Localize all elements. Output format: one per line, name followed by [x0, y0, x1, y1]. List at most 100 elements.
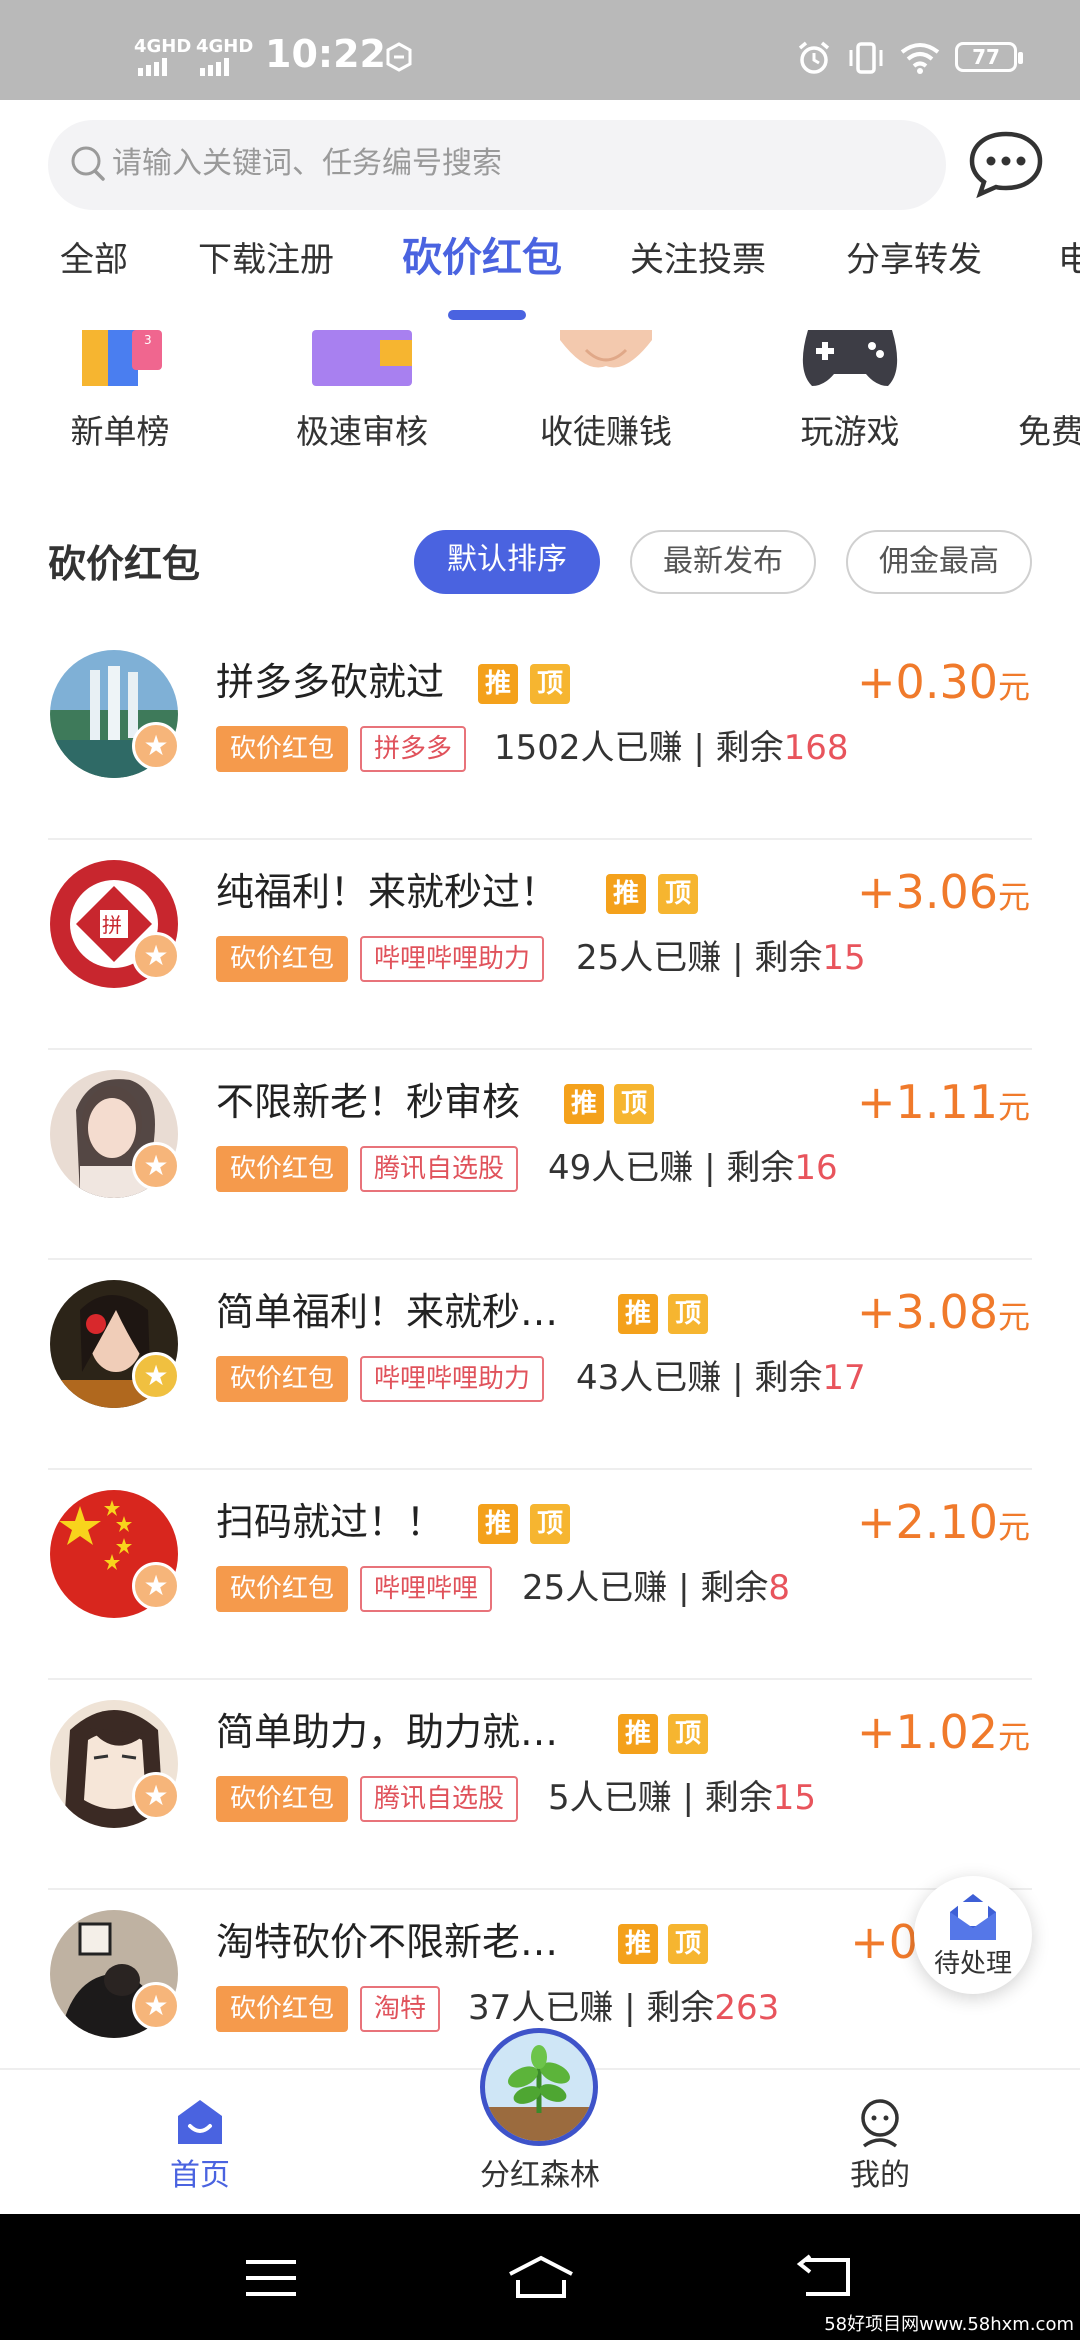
app-notification-icon — [386, 42, 412, 72]
search-bar[interactable]: 请输入关键词、任务编号搜索 — [48, 120, 946, 210]
task-stats: 1502人已赚 | 剩余168 — [494, 722, 849, 774]
task-platform-tag: 拼多多 — [360, 726, 467, 772]
back-icon[interactable] — [796, 2254, 852, 2300]
earned-count: 25人已赚 | 剩余 — [576, 938, 823, 978]
category-play-games[interactable]: 玩游戏 — [750, 330, 950, 470]
tab-bargain-redpacket[interactable]: 砍价红包 — [402, 232, 562, 284]
task-list-item[interactable]: ★ 拼多多砍就过 推 顶 +0.30元 砍价红包 拼多多 1502人已赚 | 剩… — [0, 630, 1080, 840]
task-list-item[interactable]: ★ 简单助力，助力就… 推 顶 +1.02元 砍价红包 腾讯自选股 5人已赚 |… — [0, 1680, 1080, 1890]
task-title: 淘特砍价不限新老… — [216, 1920, 559, 1964]
task-title: 简单助力，助力就… — [216, 1710, 559, 1754]
task-reward: +1.02元 — [857, 1704, 1030, 1765]
recommend-badge: 推 — [478, 1504, 518, 1544]
remaining-count: 8 — [768, 1568, 790, 1608]
task-type-tag: 砍价红包 — [216, 936, 349, 982]
tab-download-register[interactable]: 下载注册 — [198, 236, 334, 284]
task-platform-tag: 哔哩哔哩助力 — [360, 936, 545, 982]
pinned-badge: 顶 — [658, 874, 698, 914]
signal-bars-icon — [138, 58, 167, 76]
pending-float-button[interactable]: 待处理 — [914, 1876, 1032, 1994]
task-list-item[interactable]: 拼 ★ 纯福利！来就秒过！ 推 顶 +3.06元 砍价红包 哔哩哔哩助力 25人… — [0, 840, 1080, 1050]
task-list-item[interactable]: ★ 不限新老！秒审核 推 顶 +1.11元 砍价红包 腾讯自选股 49人已赚 |… — [0, 1050, 1080, 1260]
recommend-badge: 推 — [618, 1714, 658, 1754]
network-type-label: 4GHD — [134, 36, 192, 57]
active-tab-indicator — [448, 310, 526, 320]
category-label: 新单榜 — [70, 412, 170, 451]
task-list-item[interactable]: ★ 简单福利！来就秒… 推 顶 +3.08元 砍价红包 哔哩哔哩助力 43人已赚… — [0, 1260, 1080, 1470]
sort-default-button[interactable]: 默认排序 — [414, 530, 600, 594]
category-free[interactable]: 免费 — [990, 330, 1080, 470]
task-type-tag: 砍价红包 — [216, 1146, 349, 1192]
task-stats: 25人已赚 | 剩余15 — [576, 932, 866, 984]
recommend-badge: 推 — [564, 1084, 604, 1124]
wifi-icon — [900, 43, 940, 74]
tab-all[interactable]: 全部 — [60, 236, 128, 284]
task-type-tag: 砍价红包 — [216, 1356, 349, 1402]
reward-amount: +1.02 — [857, 1705, 998, 1759]
menu-icon[interactable] — [244, 2258, 298, 2298]
task-title: 纯福利！来就秒过！ — [216, 870, 559, 914]
section-title: 砍价红包 — [48, 542, 201, 586]
reward-amount: +3.08 — [857, 1285, 998, 1339]
signal-indicator-1: 4GHD — [134, 38, 191, 56]
category-recruit-earn[interactable]: 收徒赚钱 — [506, 330, 706, 470]
pinned-badge: 顶 — [668, 1924, 708, 1964]
network-type-label: 4GHD — [196, 36, 254, 57]
task-title: 简单福利！来就秒… — [216, 1290, 559, 1334]
task-type-tag: 砍价红包 — [216, 1986, 349, 2032]
quick-category-row: 3 新单榜 极速审核 收徒赚钱 玩游戏 免费 — [0, 330, 1080, 470]
pinned-badge: 顶 — [668, 1294, 708, 1334]
task-list-item[interactable]: ★ 扫码就过！！ 推 顶 +2.10元 砍价红包 哔哩哔哩 25人已赚 | 剩余… — [0, 1470, 1080, 1680]
tab-more[interactable]: 电 — [1058, 236, 1080, 284]
category-fast-review[interactable]: 极速审核 — [262, 330, 462, 470]
remaining-count: 16 — [794, 1148, 838, 1188]
earned-count: 37人已赚 | 剩余 — [468, 1988, 715, 2028]
tab-follow-vote[interactable]: 关注投票 — [630, 236, 766, 284]
task-platform-tag: 哔哩哔哩 — [360, 1566, 493, 1612]
task-reward: +3.08元 — [857, 1284, 1030, 1345]
level-star-icon: ★ — [132, 1772, 180, 1820]
alarm-icon — [798, 41, 830, 74]
forest-button[interactable] — [480, 2028, 598, 2146]
reward-amount: +1.11 — [857, 1075, 998, 1129]
earned-count: 25人已赚 | 剩余 — [522, 1568, 769, 1608]
level-star-icon: ★ — [132, 722, 180, 770]
svg-text:拼: 拼 — [102, 913, 122, 937]
remaining-count: 15 — [772, 1778, 816, 1818]
tab-share-forward[interactable]: 分享转发 — [846, 236, 982, 284]
nav-home[interactable]: 首页 — [100, 2070, 300, 2216]
nav-home-label: 首页 — [170, 2158, 230, 2193]
sort-highest-commission-button[interactable]: 佣金最高 — [846, 530, 1032, 594]
message-button[interactable] — [966, 128, 1046, 200]
level-star-icon: ★ — [132, 1142, 180, 1190]
pinned-badge: 顶 — [530, 664, 570, 704]
nav-profile[interactable]: 我的 — [780, 2070, 980, 2216]
category-new-list[interactable]: 3 新单榜 — [20, 330, 220, 470]
svg-text:3: 3 — [144, 333, 152, 347]
remaining-count: 17 — [822, 1358, 866, 1398]
task-platform-tag: 腾讯自选股 — [360, 1146, 519, 1192]
sort-latest-button[interactable]: 最新发布 — [630, 530, 816, 594]
clock: 10:22 — [265, 32, 386, 76]
home-key-icon[interactable] — [506, 2254, 576, 2300]
task-reward: +1.11元 — [857, 1074, 1030, 1135]
vibrate-icon — [849, 42, 883, 74]
site-watermark: 58好项目网www.58hxm.com — [824, 2314, 1074, 2335]
category-tabs: 全部 下载注册 砍价红包 关注投票 分享转发 电 — [0, 218, 1080, 328]
task-stats: 43人已赚 | 剩余17 — [576, 1352, 866, 1404]
reward-amount: +0.30 — [857, 655, 998, 709]
orange-card-icon — [1040, 330, 1080, 386]
task-stats: 5人已赚 | 剩余15 — [548, 1772, 816, 1824]
earned-count: 1502人已赚 | 剩余 — [494, 728, 784, 768]
reward-unit: 元 — [997, 1508, 1030, 1546]
trophy-book-icon: 3 — [82, 330, 162, 386]
reward-unit: 元 — [997, 1088, 1030, 1126]
recommend-badge: 推 — [478, 664, 518, 704]
level-star-icon: ★ — [132, 1562, 180, 1610]
profile-icon — [861, 2099, 899, 2148]
level-star-icon: ★ — [132, 1352, 180, 1400]
search-placeholder: 请输入关键词、任务编号搜索 — [112, 146, 502, 181]
reward-unit: 元 — [997, 878, 1030, 916]
task-type-tag: 砍价红包 — [216, 1566, 349, 1612]
recommend-badge: 推 — [606, 874, 646, 914]
